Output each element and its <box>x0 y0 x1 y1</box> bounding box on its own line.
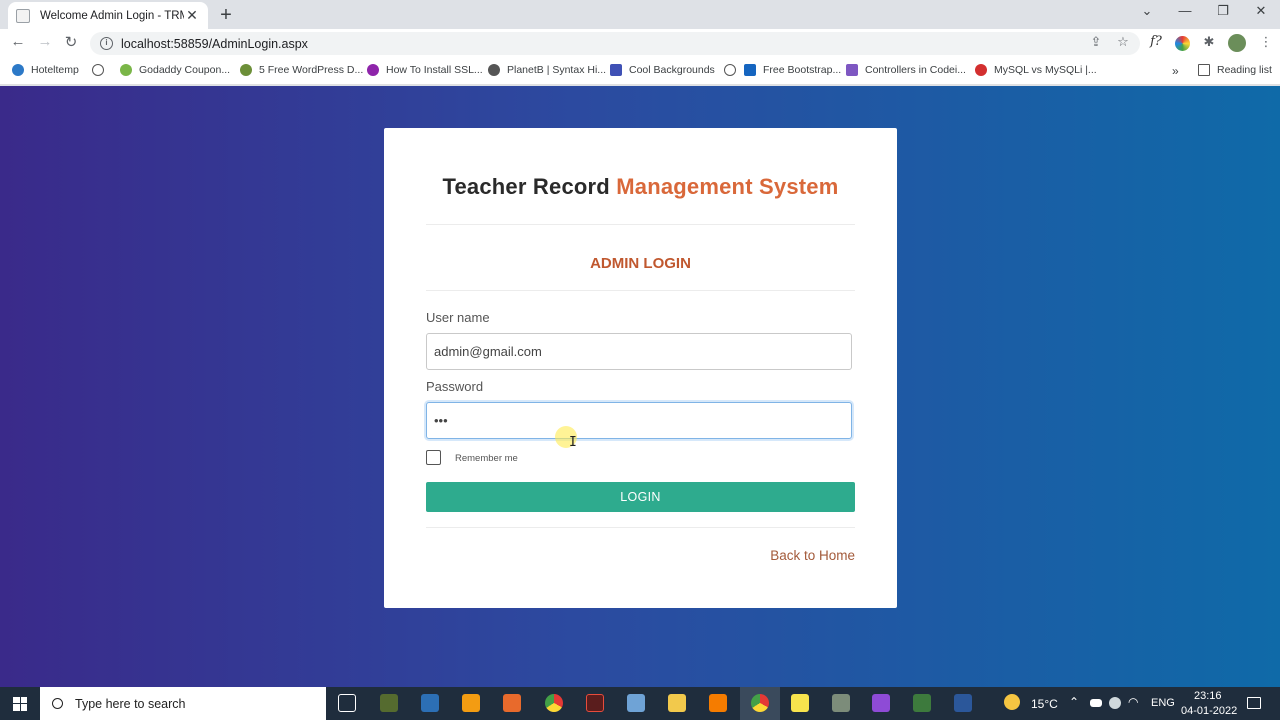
weather-icon[interactable] <box>1004 694 1020 710</box>
task-view-icon[interactable] <box>338 694 356 712</box>
file-explorer-icon[interactable] <box>668 694 686 712</box>
tab-search-icon[interactable]: ⌄ <box>1132 3 1162 19</box>
close-window-button[interactable]: ✕ <box>1246 3 1276 19</box>
clock-time[interactable]: 23:16 <box>1194 690 1222 702</box>
xampp-icon[interactable] <box>709 694 727 712</box>
login-button[interactable]: LOGIN <box>426 482 855 512</box>
reading-list-button[interactable]: Reading list <box>1198 64 1272 76</box>
search-icon <box>52 698 63 709</box>
remember-me-checkbox[interactable] <box>426 450 441 465</box>
bookmark-icon <box>367 64 379 76</box>
page-background: Teacher Record Management System ADMIN L… <box>0 86 1280 687</box>
temperature: 15°C <box>1031 697 1058 711</box>
username-field[interactable] <box>426 333 852 370</box>
globe-bookmark-icon[interactable] <box>724 64 743 76</box>
bookmark-item[interactable]: Controllers in Codei... <box>846 64 966 76</box>
color-extension-icon[interactable] <box>1175 36 1190 51</box>
browser-toolbar: ← → ↻ i localhost:58859/AdminLogin.aspx … <box>0 29 1280 58</box>
chrome-icon[interactable] <box>751 694 769 712</box>
globe-bookmark-icon[interactable] <box>92 64 111 76</box>
bookmark-icon <box>846 64 858 76</box>
chrome-icon[interactable] <box>545 694 563 712</box>
wifi-icon[interactable]: ◠ <box>1128 695 1138 709</box>
site-info-icon[interactable]: i <box>100 37 113 50</box>
login-heading: ADMIN LOGIN <box>590 255 691 272</box>
visual-studio-icon[interactable] <box>872 694 890 712</box>
browser-tab[interactable]: Welcome Admin Login - TRMS- ✕ <box>8 2 208 29</box>
bookmark-icon <box>488 64 500 76</box>
formula-extension-icon[interactable]: f? <box>1147 34 1165 49</box>
page-favicon-icon <box>16 8 30 23</box>
bookmark-icon <box>975 64 987 76</box>
bookmark-item[interactable]: Free Bootstrap... <box>744 64 841 76</box>
share-icon[interactable]: ⇪ <box>1087 34 1105 50</box>
bookmark-item[interactable]: 5 Free WordPress D... <box>240 64 363 76</box>
minimize-button[interactable]: — <box>1170 3 1200 18</box>
brand-title-part2: Management System <box>616 174 839 199</box>
address-bar[interactable]: i localhost:58859/AdminLogin.aspx <box>90 32 1140 55</box>
bookmarks-bar: Hoteltemp Godaddy Coupon... 5 Free WordP… <box>0 58 1280 85</box>
password-label: Password <box>426 379 484 394</box>
reload-icon[interactable]: ↻ <box>61 33 81 51</box>
bookmark-item[interactable]: PlanetB | Syntax Hi... <box>488 64 606 76</box>
bookmark-icon <box>120 64 132 76</box>
bookmark-item[interactable]: How To Install SSL... <box>367 64 483 76</box>
bookmark-icon <box>240 64 252 76</box>
tab-title: Welcome Admin Login - TRMS- <box>40 9 184 22</box>
bookmark-item[interactable]: Cool Backgrounds <box>610 64 715 76</box>
more-bookmarks-chevron-icon[interactable]: » <box>1172 64 1179 78</box>
remember-me-label: Remember me <box>455 453 518 464</box>
taskbar-app-icon[interactable] <box>421 694 439 712</box>
taskbar-search[interactable]: Type here to search <box>40 687 326 720</box>
password-field[interactable] <box>426 402 852 439</box>
tab-close-icon[interactable]: ✕ <box>184 7 200 24</box>
windows-logo-icon <box>13 696 27 711</box>
taskbar-app-icon[interactable] <box>832 694 850 712</box>
taskbar: Type here to search 15°C ⌃ ◠ ENG 23:16 0… <box>0 687 1280 720</box>
word-icon[interactable] <box>954 694 972 712</box>
language-indicator[interactable]: ENG <box>1151 697 1175 709</box>
sublime-text-icon[interactable] <box>462 694 480 712</box>
bookmark-icon <box>610 64 622 76</box>
bookmark-icon <box>12 64 24 76</box>
taskbar-app-icon[interactable] <box>586 694 604 712</box>
bookmark-item[interactable]: Godaddy Coupon... <box>120 64 230 76</box>
login-card: Teacher Record Management System ADMIN L… <box>384 128 897 608</box>
brand-title-part1: Teacher Record <box>442 174 617 199</box>
text-cursor-icon: I <box>569 435 577 450</box>
tab-strip: Welcome Admin Login - TRMS- ✕ + ⌄ — ❐ ✕ <box>0 0 1280 29</box>
taskbar-app-icon[interactable] <box>503 694 521 712</box>
profile-avatar[interactable] <box>1228 34 1246 52</box>
back-to-home-link[interactable]: Back to Home <box>770 548 855 563</box>
clock-date[interactable]: 04-01-2022 <box>1181 705 1237 717</box>
taskbar-app-icon[interactable] <box>627 694 645 712</box>
tray-chevron-icon[interactable]: ⌃ <box>1069 695 1079 709</box>
new-tab-button[interactable]: + <box>216 4 236 27</box>
battery-icon[interactable] <box>1090 699 1102 707</box>
bookmark-icon <box>744 64 756 76</box>
username-label: User name <box>426 310 490 325</box>
browser-menu-icon[interactable]: ⋮ <box>1257 34 1275 50</box>
address-url: localhost:58859/AdminLogin.aspx <box>121 36 308 51</box>
divider <box>426 224 855 225</box>
extensions-puzzle-icon[interactable]: ✱ <box>1200 34 1218 50</box>
reading-list-icon <box>1198 64 1210 76</box>
start-button[interactable] <box>0 687 40 720</box>
bookmark-star-icon[interactable]: ☆ <box>1114 34 1132 50</box>
divider <box>426 290 855 291</box>
sticky-notes-icon[interactable] <box>791 694 809 712</box>
restore-button[interactable]: ❐ <box>1208 3 1238 19</box>
back-arrow-icon[interactable]: ← <box>8 33 28 50</box>
taskbar-app-icon[interactable] <box>913 694 931 712</box>
divider <box>426 527 855 528</box>
search-placeholder: Type here to search <box>75 696 186 711</box>
bookmark-item[interactable]: Hoteltemp <box>12 64 79 76</box>
forward-arrow-icon[interactable]: → <box>35 33 55 50</box>
notification-center-icon[interactable] <box>1247 697 1261 709</box>
taskbar-app-icon[interactable] <box>380 694 398 712</box>
bookmark-item[interactable]: MySQL vs MySQLi |... <box>975 64 1097 76</box>
brand-title: Teacher Record Management System <box>384 174 897 200</box>
network-globe-icon[interactable] <box>1109 697 1121 709</box>
